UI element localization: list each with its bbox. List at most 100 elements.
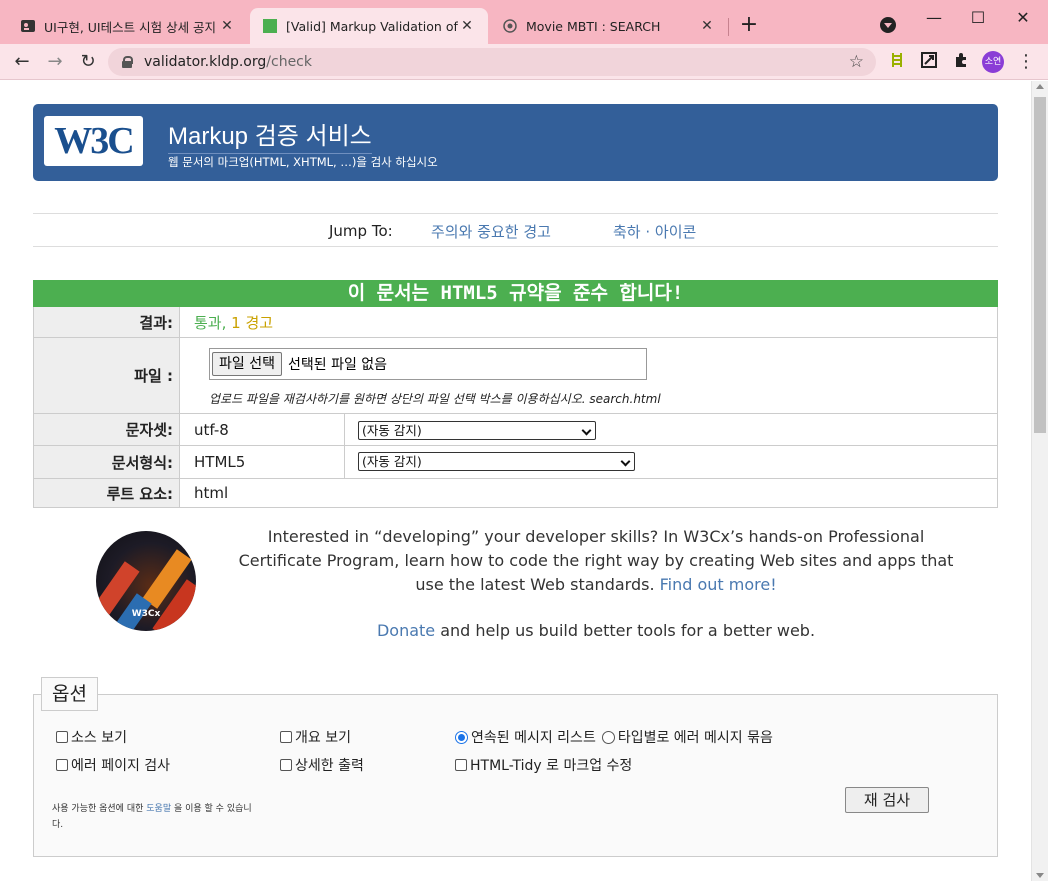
error-pages-option[interactable]: 에러 페이지 검사 (56, 755, 170, 775)
error-pages-checkbox[interactable] (56, 759, 68, 771)
no-file-text: 선택된 파일 없음 (287, 357, 388, 373)
green-square-icon (262, 18, 278, 34)
tab-markup-validation[interactable]: [Valid] Markup Validation of sea ✕ (250, 8, 488, 44)
root-element-value: html (194, 484, 229, 502)
scroll-up-arrow-icon[interactable] (1036, 84, 1044, 89)
column-divider (344, 446, 345, 478)
list-messages-label: 연속된 메시지 리스트 (471, 730, 596, 746)
result-table: 결과: 통과, 1 경고 파일 : 파일 선택 선택된 파일 없음 업로드 파일… (33, 307, 998, 508)
promo-body: Interested in “developing” your develope… (238, 527, 954, 594)
w3cx-frontend-badge-image[interactable]: W3Cx (96, 531, 196, 631)
choose-file-button[interactable]: 파일 선택 (212, 352, 282, 376)
result-warning-link[interactable]: 1 경고 (231, 314, 273, 332)
expand-extension-icon[interactable] (919, 52, 939, 72)
group-errors-radio[interactable] (601, 730, 615, 744)
verbose-option[interactable]: 상세한 출력 (280, 755, 364, 775)
verbose-label: 상세한 출력 (295, 758, 364, 774)
tab-divider (728, 18, 729, 36)
lock-icon (122, 56, 133, 68)
tidy-checkbox[interactable] (455, 759, 467, 771)
result-pass: 통과, (194, 314, 227, 332)
menu-dots-icon[interactable]: ⋮ (1016, 50, 1036, 74)
show-source-label: 소스 보기 (71, 730, 127, 746)
ladder-extension-icon[interactable] (887, 52, 907, 72)
globe-icon (502, 18, 518, 34)
page-scrollbar[interactable] (1031, 81, 1048, 881)
file-hint: 업로드 파일을 재검사하기를 원하면 상단의 파일 선택 박스를 이용하십시오.… (209, 392, 661, 406)
w3c-logo[interactable]: W3C (44, 116, 143, 166)
id-card-icon (20, 18, 36, 34)
tab-title: Movie MBTI : SEARCH (526, 18, 661, 34)
reload-icon[interactable]: ↻ (76, 50, 100, 74)
list-messages-radio[interactable] (455, 730, 468, 744)
tidy-label: HTML-Tidy 로 마크업 수정 (470, 758, 633, 774)
doctype-value: HTML5 (194, 453, 246, 471)
close-icon[interactable]: ✕ (218, 18, 236, 34)
back-arrow-icon[interactable]: ← (10, 50, 34, 74)
w3c-logo-text: W3C (54, 120, 134, 162)
recheck-button[interactable]: 재 검사 (845, 787, 929, 813)
verbose-checkbox[interactable] (280, 759, 292, 771)
donate-link[interactable]: Donate (377, 621, 435, 640)
help-link[interactable]: 도움말 (146, 804, 171, 814)
tidy-option[interactable]: HTML-Tidy 로 마크업 수정 (455, 755, 632, 775)
column-divider (344, 414, 345, 445)
options-legend[interactable]: 옵션 (41, 677, 98, 711)
close-icon[interactable]: ✕ (458, 18, 476, 34)
result-value: 통과, 1 경고 (194, 312, 273, 333)
bookmark-star-icon[interactable]: ☆ (849, 52, 864, 72)
valid-result-banner: 이 문서는 HTML5 규약을 준수 합니다! (33, 280, 998, 307)
browser-toolbar: ← → ↻ validator.kldp.org/check ☆ 소연 ⋮ (0, 44, 1048, 80)
charset-label: 문자셋: (34, 414, 180, 445)
donate-body: and help us build better tools for a bet… (440, 621, 816, 640)
list-messages-option[interactable]: 연속된 메시지 리스트 타입별로 에러 메시지 묶음 (455, 727, 773, 747)
show-source-option[interactable]: 소스 보기 (56, 727, 127, 747)
doctype-select[interactable]: (자동 감지) (358, 452, 635, 471)
show-outline-option[interactable]: 개요 보기 (280, 727, 351, 747)
window-close-icon[interactable]: ✕ (1013, 8, 1033, 28)
header-banner: W3C Markup 검증 서비스 웹 문서의 마크업(HTML, XHTML,… (33, 104, 998, 181)
address-bar[interactable]: validator.kldp.org/check ☆ (108, 48, 876, 76)
close-icon[interactable]: ✕ (698, 18, 716, 34)
group-errors-label: 타입별로 에러 메시지 묶음 (617, 730, 773, 746)
options-help-text-1: 사용 가능한 옵션에 대한 (52, 804, 144, 814)
file-input[interactable]: 파일 선택 선택된 파일 없음 (209, 348, 647, 380)
tab-title: [Valid] Markup Validation of sea (286, 18, 458, 34)
forward-arrow-icon[interactable]: → (43, 50, 67, 74)
charset-row: 문자셋: utf-8 (자동 감지) (34, 413, 997, 445)
puzzle-extensions-icon[interactable] (951, 52, 971, 72)
show-outline-label: 개요 보기 (295, 730, 351, 746)
tab-movie-mbti[interactable]: Movie MBTI : SEARCH ✕ (490, 8, 728, 44)
show-outline-checkbox[interactable] (280, 731, 292, 743)
new-tab-plus-icon[interactable]: + (738, 14, 760, 36)
jump-link-congrats[interactable]: 축하 · 아이콘 (613, 221, 696, 242)
tab-ui-exam[interactable]: UI구현, UI테스트 시험 상세 공지 ✕ (8, 8, 248, 44)
jump-navigation: Jump To: 주의와 중요한 경고 축하 · 아이콘 (33, 213, 998, 247)
profile-avatar[interactable]: 소연 (982, 51, 1004, 73)
minimize-icon[interactable]: — (924, 8, 944, 28)
jump-label: Jump To: (329, 222, 393, 240)
error-pages-label: 에러 페이지 검사 (71, 758, 171, 774)
scroll-thumb[interactable] (1034, 97, 1046, 433)
charset-select[interactable]: (자동 감지) (358, 421, 596, 440)
tab-title: UI구현, UI테스트 시험 상세 공지 (44, 19, 217, 35)
page-title[interactable]: Markup 검증 서비스 (168, 116, 372, 154)
root-element-label: 루트 요소: (34, 479, 180, 507)
url-path: /check (266, 54, 312, 70)
find-out-more-link[interactable]: Find out more! (660, 575, 777, 594)
charset-value: utf-8 (194, 421, 229, 439)
show-source-checkbox[interactable] (56, 731, 68, 743)
url-host: validator.kldp.org (144, 54, 267, 70)
promo-text: Interested in “developing” your develope… (225, 525, 967, 597)
jump-link-warnings[interactable]: 주의와 중요한 경고 (431, 221, 551, 242)
w3cx-badge-text: W3Cx (131, 609, 161, 619)
doctype-row: 문서형식: HTML5 (자동 감지) (34, 445, 997, 478)
tab-search-icon[interactable] (880, 17, 896, 33)
result-label: 결과: (34, 307, 180, 337)
doctype-label: 문서형식: (34, 446, 180, 478)
options-help-text: 사용 가능한 옵션에 대한 도움말 을 이용 할 수 있습니다. (52, 801, 252, 833)
scroll-down-arrow-icon[interactable] (1036, 873, 1044, 878)
root-element-row: 루트 요소: html (34, 478, 997, 507)
browser-tab-bar: UI구현, UI테스트 시험 상세 공지 ✕ [Valid] Markup Va… (0, 0, 1048, 44)
maximize-icon[interactable]: ☐ (968, 8, 988, 28)
